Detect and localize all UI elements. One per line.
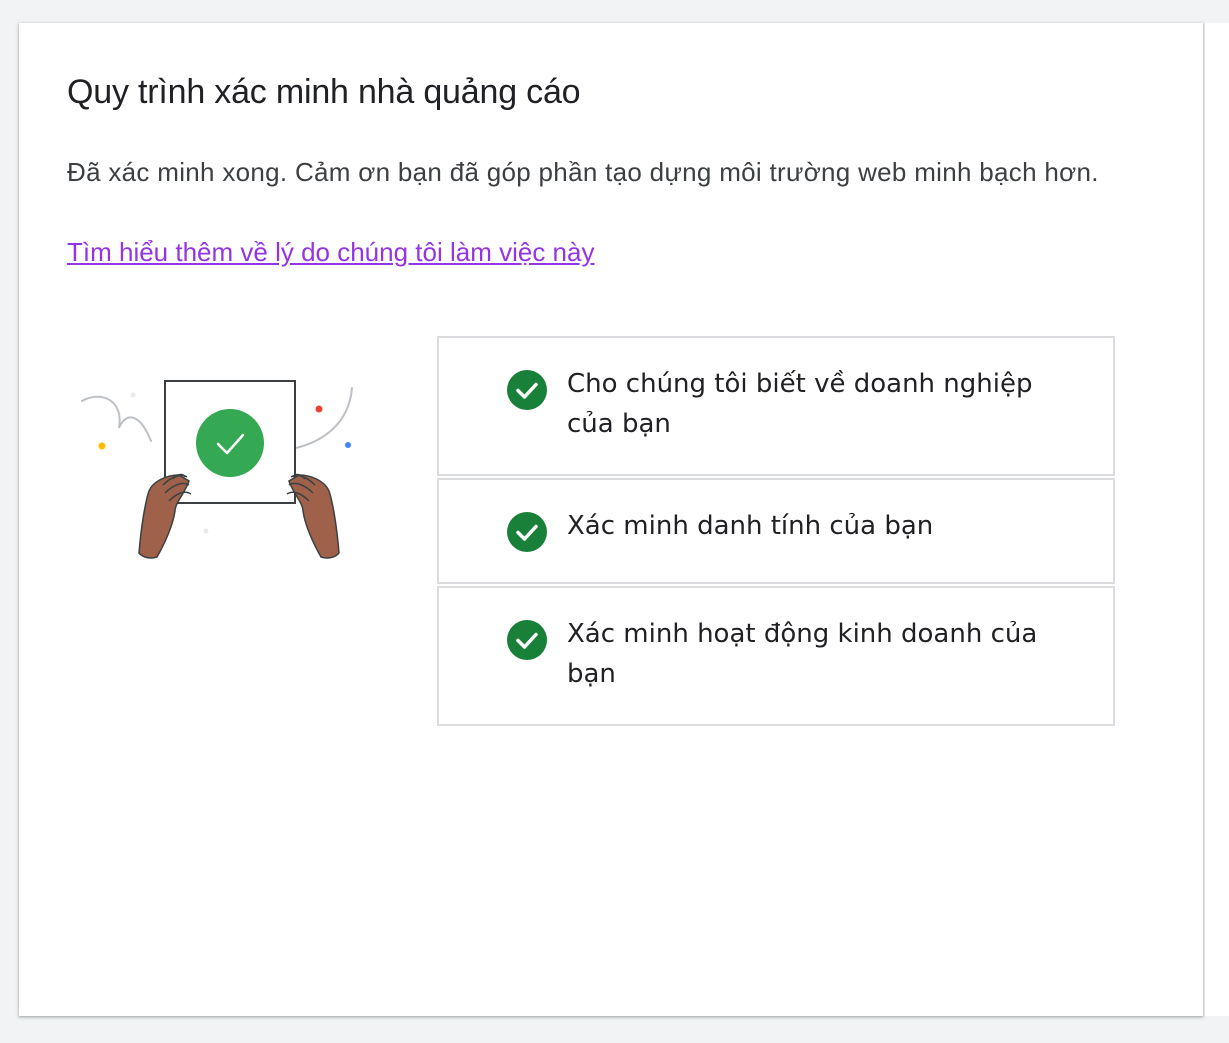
step-business-info: Cho chúng tôi biết về doanh nghiệp của b… <box>437 336 1115 476</box>
step-label: Xác minh danh tính của bạn <box>567 511 934 541</box>
verified-document-illustration <box>81 380 353 559</box>
side-panel-edge <box>1204 23 1229 1016</box>
verification-status-text: Đã xác minh xong. Cảm ơn bạn đã góp phần… <box>67 157 1099 187</box>
check-circle-icon <box>507 370 547 410</box>
check-circle-icon <box>507 620 547 660</box>
verification-steps-list: Cho chúng tôi biết về doanh nghiệp của b… <box>437 336 1115 726</box>
check-circle-icon <box>507 512 547 552</box>
page-title: Quy trình xác minh nhà quảng cáo <box>67 73 581 111</box>
learn-more-link[interactable]: Tìm hiểu thêm về lý do chúng tôi làm việ… <box>67 232 594 272</box>
step-verify-business-operations: Xác minh hoạt động kinh doanh của bạn <box>437 586 1115 726</box>
step-verify-identity: Xác minh danh tính của bạn <box>437 478 1115 584</box>
verification-card: Quy trình xác minh nhà quảng cáo Đã xác … <box>19 23 1203 1016</box>
step-label: Xác minh hoạt động kinh doanh của bạn <box>567 619 1038 689</box>
step-label: Cho chúng tôi biết về doanh nghiệp của b… <box>567 369 1033 439</box>
